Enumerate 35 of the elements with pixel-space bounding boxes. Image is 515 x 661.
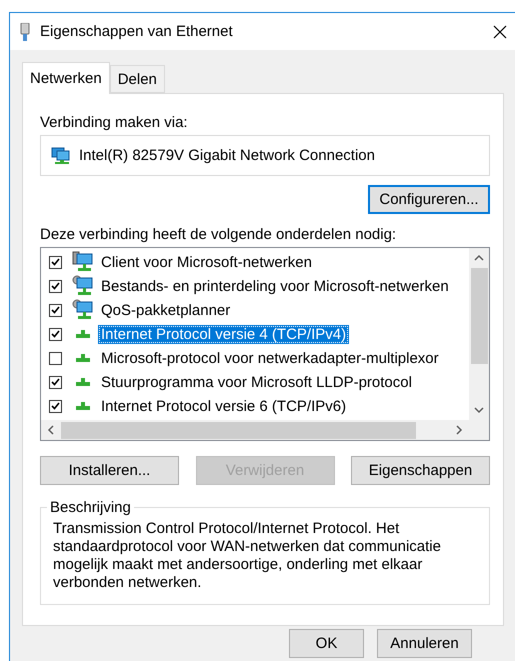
horizontal-scrollbar[interactable] xyxy=(41,420,469,440)
checkbox[interactable] xyxy=(49,328,62,340)
computer-icon xyxy=(72,251,94,273)
computer-gear-icon xyxy=(72,299,94,321)
computer-gear-icon xyxy=(72,275,94,297)
connect-via-label: Verbinding maken via: xyxy=(40,114,189,131)
list-item[interactable]: Microsoft-protocol voor netwerkadapter-multiplexor xyxy=(98,348,442,368)
description-text: Transmission Control Protocol/Internet Protocol. Het standaardprotocol voor WAN-netwerken dat communicatie mogelijk maakt met andersoortige, onderling met elkaar verbonden netwerken. xyxy=(53,520,442,592)
adapter-name: Intel(R) 82579V Gigabit Network Connection xyxy=(79,147,375,164)
checkbox[interactable] xyxy=(49,280,62,292)
tab[interactable]: Delen xyxy=(110,65,165,93)
list-item[interactable]: QoS-pakketplanner xyxy=(98,300,234,320)
ethernet-plug-icon xyxy=(20,22,30,40)
dialog-button[interactable]: OK xyxy=(289,629,364,658)
tab[interactable]: Netwerken xyxy=(22,62,110,94)
action-button[interactable]: Installeren... xyxy=(40,456,179,485)
group-title: Beschrijving xyxy=(49,499,132,516)
close-icon[interactable] xyxy=(493,24,507,38)
vertical-scrollbar[interactable] xyxy=(469,248,489,420)
components-label: Deze verbinding heeft de volgende onderdelen nodig: xyxy=(40,226,398,243)
checkbox[interactable] xyxy=(49,400,62,412)
list-item[interactable]: Stuurprogramma voor Microsoft LLDP-protocol xyxy=(98,372,415,392)
network-adapter-icon xyxy=(51,146,71,164)
checkbox[interactable] xyxy=(49,376,62,388)
dialog-button[interactable]: Annuleren xyxy=(377,629,472,658)
list-item[interactable]: Internet Protocol versie 6 (TCP/IPv6) xyxy=(98,396,350,416)
checkbox[interactable] xyxy=(49,304,62,316)
window-title: Eigenschappen van Ethernet xyxy=(40,23,234,40)
configure-button[interactable]: Configureren... xyxy=(368,185,490,214)
checkbox[interactable] xyxy=(49,256,62,268)
list-item[interactable]: Bestands- en printerdeling voor Microsoft-netwerken xyxy=(98,276,452,296)
action-button[interactable]: Eigenschappen xyxy=(351,456,490,485)
list-item[interactable]: Internet Protocol versie 4 (TCP/IPv4) xyxy=(98,324,350,344)
checkbox[interactable] xyxy=(49,352,62,364)
list-item[interactable]: Client voor Microsoft-netwerken xyxy=(98,252,315,272)
